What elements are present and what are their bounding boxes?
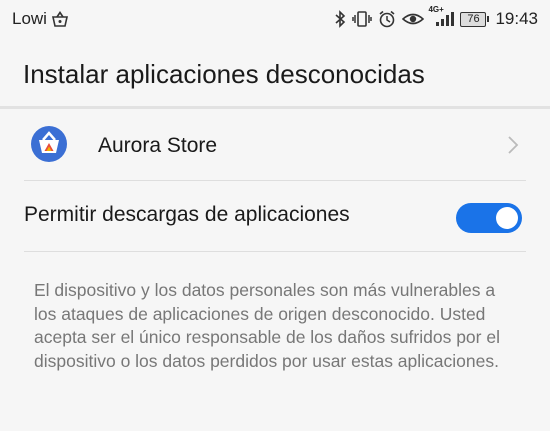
toggle-knob xyxy=(496,207,518,229)
header-divider xyxy=(0,106,550,109)
vibrate-icon xyxy=(352,10,373,28)
warning-text: El dispositivo y los datos personales so… xyxy=(34,280,500,371)
battery-level: 76 xyxy=(460,11,487,27)
page-title: Instalar aplicaciones desconocidas xyxy=(23,58,425,89)
list-divider xyxy=(24,251,526,252)
battery-icon: 76 xyxy=(460,11,490,27)
clock: 19:43 xyxy=(495,9,538,28)
status-right: 4G+ 76 19:43 xyxy=(334,5,538,29)
carrier-name: Lowi xyxy=(12,9,47,28)
network-type-label: 4G+ xyxy=(428,5,444,14)
bluetooth-icon xyxy=(334,10,346,28)
eye-comfort-icon xyxy=(402,11,425,27)
allow-downloads-label: Permitir descargas de aplicaciones xyxy=(24,203,350,226)
alarm-icon xyxy=(378,10,396,28)
app-bar: Instalar aplicaciones desconocidas xyxy=(0,38,550,110)
aurora-store-icon xyxy=(30,125,68,163)
allow-downloads-toggle[interactable] xyxy=(456,203,522,233)
chevron-right-icon xyxy=(506,133,520,157)
signal-icon: 4G+ xyxy=(428,5,455,27)
shopping-bag-notification-icon xyxy=(51,11,69,27)
allow-downloads-row[interactable]: Permitir descargas de aplicaciones xyxy=(0,181,550,251)
app-name: Aurora Store xyxy=(98,134,218,157)
status-bar: Lowi 4G+ 76 19:43 xyxy=(0,0,550,38)
app-row-aurora-store[interactable]: Aurora Store xyxy=(0,111,550,181)
status-left: Lowi xyxy=(12,9,69,29)
